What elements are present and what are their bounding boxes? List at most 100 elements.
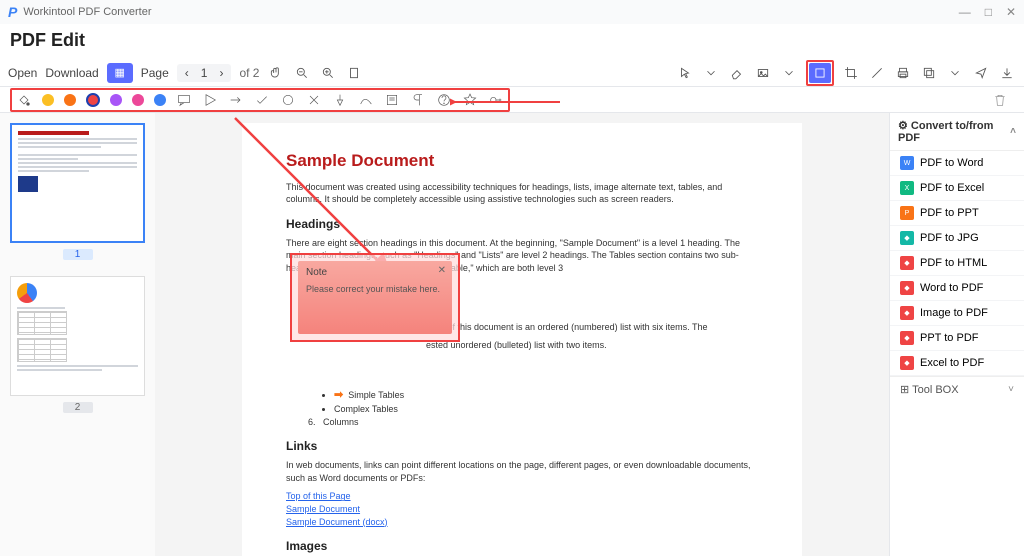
convert-excel-to-pdf[interactable]: ◆Excel to PDF: [890, 351, 1024, 376]
color-blue[interactable]: [154, 94, 166, 106]
thumbnails-toggle-icon[interactable]: ▦: [107, 63, 133, 83]
x-mark-icon[interactable]: [306, 92, 322, 108]
page-label: Page: [141, 66, 169, 80]
doc-link-3[interactable]: Sample Document (docx): [286, 516, 758, 529]
file-image-icon: ◆: [900, 231, 914, 245]
convert-image-to-pdf[interactable]: ◆Image to PDF: [890, 301, 1024, 326]
zoom-out-icon[interactable]: [293, 64, 311, 82]
current-page[interactable]: 1: [197, 66, 212, 80]
chevron-up-icon: ˄: [1010, 126, 1016, 137]
thumbnail-panel: 1 2: [0, 113, 155, 556]
file-word-icon: W: [900, 156, 914, 170]
doc-intro: This document was created using accessib…: [286, 181, 758, 206]
convert-pdf-to-excel[interactable]: XPDF to Excel: [890, 176, 1024, 201]
minimize-button[interactable]: —: [959, 5, 971, 19]
file-pdf-icon: ◆: [900, 331, 914, 345]
fill-bucket-icon[interactable]: [16, 92, 32, 108]
chevron-down-icon[interactable]: [702, 64, 720, 82]
file-pdf-icon: ◆: [900, 356, 914, 370]
image-insert-icon[interactable]: [754, 64, 772, 82]
note-title: Note: [306, 267, 444, 278]
doc-h-links: Links: [286, 438, 758, 455]
file-ppt-icon: P: [900, 206, 914, 220]
doc-li-columns: 6. Columns: [308, 416, 758, 429]
document-viewport[interactable]: Sample Document This document was create…: [155, 113, 889, 556]
copy-icon[interactable]: [920, 64, 938, 82]
circle-icon[interactable]: [280, 92, 296, 108]
pushpin-icon[interactable]: [332, 92, 348, 108]
maximize-button[interactable]: □: [985, 5, 992, 19]
file-pdf-icon: ◆: [900, 281, 914, 295]
line-tool-icon[interactable]: [868, 64, 886, 82]
chevron-down-icon[interactable]: [780, 64, 798, 82]
triangle-right-icon[interactable]: [202, 92, 218, 108]
note-annotation-highlight: ✕ Note Please correct your mistake here.: [290, 253, 460, 342]
color-yellow[interactable]: [42, 94, 54, 106]
convert-pdf-to-word[interactable]: WPDF to Word: [890, 151, 1024, 176]
orange-arrow-icon: ➡: [334, 389, 343, 401]
note-close-icon[interactable]: ✕: [438, 265, 446, 276]
prev-page-button[interactable]: ‹: [181, 66, 193, 80]
check-icon[interactable]: [254, 92, 270, 108]
annotation-tool-highlight: [10, 88, 510, 112]
open-button[interactable]: Open: [8, 66, 37, 80]
file-pdf-icon: ◆: [900, 306, 914, 320]
doc-link-2[interactable]: Sample Document: [286, 503, 758, 516]
page-title: PDF Edit: [0, 24, 1024, 59]
thumbnail-badge-2: 2: [63, 402, 93, 413]
zoom-in-icon[interactable]: [319, 64, 337, 82]
note-body: Please correct your mistake here.: [306, 284, 444, 294]
star-icon[interactable]: [462, 92, 478, 108]
print-icon[interactable]: [894, 64, 912, 82]
note-annotation[interactable]: ✕ Note Please correct your mistake here.: [298, 261, 452, 334]
convert-word-to-pdf[interactable]: ◆Word to PDF: [890, 276, 1024, 301]
thumbnail-page-2[interactable]: [10, 276, 145, 396]
crop-icon[interactable]: [842, 64, 860, 82]
download-icon[interactable]: [998, 64, 1016, 82]
doc-links-p: In web documents, links can point differ…: [286, 459, 758, 484]
note-icon[interactable]: [384, 92, 400, 108]
color-purple[interactable]: [110, 94, 122, 106]
color-pink[interactable]: [132, 94, 144, 106]
doc-li-simple: ➡ Simple Tables: [334, 388, 758, 403]
shape-tool-highlight: [806, 60, 834, 86]
app-logo: P: [8, 4, 17, 20]
doc-li-complex: Complex Tables: [334, 403, 758, 416]
page-count: of 2: [239, 66, 259, 80]
doc-h-images: Images: [286, 538, 758, 555]
convert-pdf-to-jpg[interactable]: ◆PDF to JPG: [890, 226, 1024, 251]
next-page-button[interactable]: ›: [215, 66, 227, 80]
arrow-right-icon[interactable]: [228, 92, 244, 108]
thumbnail-page-1[interactable]: [10, 123, 145, 243]
chevron-down-icon: ˅: [1008, 384, 1014, 395]
chevron-down-icon[interactable]: [946, 64, 964, 82]
trash-icon[interactable]: [992, 92, 1008, 108]
toolbox-toggle[interactable]: ⊞ Tool BOX ˅: [890, 376, 1024, 402]
convert-ppt-to-pdf[interactable]: ◆PPT to PDF: [890, 326, 1024, 351]
download-button[interactable]: Download: [45, 66, 98, 80]
convert-pdf-to-html[interactable]: ◆PDF to HTML: [890, 251, 1024, 276]
file-excel-icon: X: [900, 181, 914, 195]
key-icon[interactable]: [488, 92, 504, 108]
toolbar: Open Download ▦ Page ‹ 1 › of 2: [0, 59, 1024, 87]
annotation-toolbar: [0, 87, 1024, 113]
rectangle-tool-icon[interactable]: [809, 63, 831, 83]
eraser-icon[interactable]: [728, 64, 746, 82]
pointer-icon[interactable]: [676, 64, 694, 82]
help-icon[interactable]: [436, 92, 452, 108]
paragraph-icon[interactable]: [410, 92, 426, 108]
file-html-icon: ◆: [900, 256, 914, 270]
close-window-button[interactable]: ✕: [1006, 5, 1016, 19]
color-orange[interactable]: [64, 94, 76, 106]
side-panel-header[interactable]: ⚙ Convert to/from PDF ˄: [890, 113, 1024, 151]
color-red-selected[interactable]: [86, 93, 100, 107]
doc-link-1[interactable]: Top of this Page: [286, 490, 758, 503]
comment-icon[interactable]: [176, 92, 192, 108]
send-icon[interactable]: [972, 64, 990, 82]
curve-icon[interactable]: [358, 92, 374, 108]
doc-h-headings: Headings: [286, 216, 758, 233]
fit-page-icon[interactable]: [345, 64, 363, 82]
convert-pdf-to-ppt[interactable]: PPDF to PPT: [890, 201, 1024, 226]
pan-icon[interactable]: [267, 64, 285, 82]
doc-title: Sample Document: [286, 149, 758, 173]
